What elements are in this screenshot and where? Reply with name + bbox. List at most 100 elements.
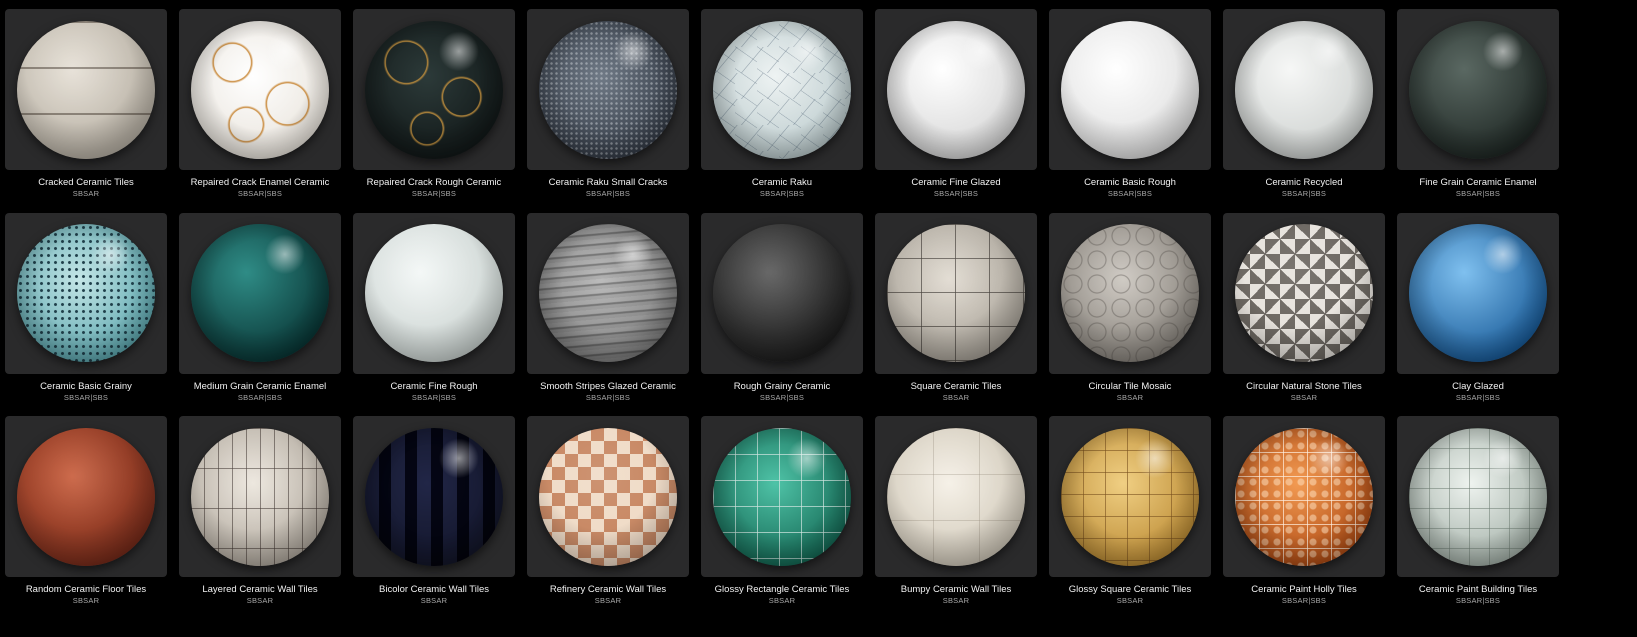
material-name[interactable]: Bumpy Ceramic Wall Tiles (901, 584, 1012, 595)
material-name[interactable]: Medium Grain Ceramic Enamel (194, 381, 327, 392)
material-card[interactable]: Bumpy Ceramic Wall Tiles SBSAR (875, 416, 1037, 620)
material-name[interactable]: Bicolor Ceramic Wall Tiles (379, 584, 489, 595)
material-thumbnail[interactable] (1397, 212, 1559, 374)
cracked-ceramic-tiles-sphere-icon (17, 20, 155, 159)
material-name[interactable]: Rough Grainy Ceramic (734, 381, 831, 392)
material-name[interactable]: Ceramic Fine Glazed (911, 177, 1000, 188)
material-name[interactable]: Circular Tile Mosaic (1089, 381, 1172, 392)
material-name[interactable]: Repaired Crack Enamel Ceramic (191, 177, 330, 188)
material-thumbnail[interactable] (353, 416, 515, 577)
bumpy-wall-tiles-sphere-icon (887, 427, 1025, 566)
material-card[interactable]: Smooth Stripes Glazed Ceramic SBSAR|SBS (527, 212, 689, 417)
material-card[interactable]: Ceramic Paint Holly Tiles SBSAR|SBS (1223, 416, 1385, 620)
material-card[interactable]: Ceramic Raku SBSAR|SBS (701, 9, 863, 213)
material-card[interactable]: Repaired Crack Rough Ceramic SBSAR|SBS (353, 9, 515, 213)
random-floor-tiles-sphere-icon (17, 427, 155, 566)
material-name[interactable]: Ceramic Basic Rough (1084, 177, 1176, 188)
material-thumbnail[interactable] (1223, 212, 1385, 374)
material-thumbnail[interactable] (701, 9, 863, 170)
basic-rough-sphere-icon (1061, 20, 1199, 159)
material-card[interactable]: Ceramic Basic Grainy SBSAR|SBS (5, 212, 167, 417)
fine-rough-sphere-icon (365, 224, 503, 362)
material-thumbnail[interactable] (5, 416, 167, 577)
material-thumbnail[interactable] (5, 212, 167, 374)
material-card[interactable]: Circular Natural Stone Tiles SBSAR (1223, 212, 1385, 417)
material-card[interactable]: Bicolor Ceramic Wall Tiles SBSAR (353, 416, 515, 620)
material-thumbnail[interactable] (701, 212, 863, 374)
material-name[interactable]: Clay Glazed (1452, 381, 1504, 392)
material-name[interactable]: Ceramic Recycled (1265, 177, 1342, 188)
material-thumbnail[interactable] (353, 212, 515, 374)
material-name[interactable]: Glossy Rectangle Ceramic Tiles (715, 584, 850, 595)
raku-small-cracks-sphere-icon (539, 20, 677, 159)
material-format: SBSAR|SBS (933, 189, 979, 198)
material-card[interactable]: Glossy Square Ceramic Tiles SBSAR (1049, 416, 1211, 620)
material-format: SBSAR|SBS (237, 392, 283, 402)
material-name[interactable]: Layered Ceramic Wall Tiles (202, 584, 317, 595)
material-name[interactable]: Random Ceramic Floor Tiles (26, 584, 146, 595)
material-thumbnail[interactable] (527, 9, 689, 170)
material-card[interactable]: Rough Grainy Ceramic SBSAR|SBS (701, 212, 863, 417)
material-name[interactable]: Ceramic Raku (752, 177, 812, 188)
material-card[interactable]: Ceramic Fine Rough SBSAR|SBS (353, 212, 515, 417)
material-name[interactable]: Cracked Ceramic Tiles (38, 177, 134, 188)
material-name[interactable]: Glossy Square Ceramic Tiles (1069, 584, 1191, 595)
material-card[interactable]: Cracked Ceramic Tiles SBSAR (5, 9, 167, 213)
material-thumbnail[interactable] (353, 9, 515, 170)
refinery-wall-tiles-sphere-icon (539, 427, 677, 566)
material-card[interactable]: Circular Tile Mosaic SBSAR (1049, 212, 1211, 417)
material-name[interactable]: Repaired Crack Rough Ceramic (367, 177, 502, 188)
material-thumbnail[interactable] (1223, 416, 1385, 577)
material-card[interactable]: Square Ceramic Tiles SBSAR (875, 212, 1037, 417)
material-card[interactable]: Ceramic Basic Rough SBSAR|SBS (1049, 9, 1211, 213)
material-thumbnail[interactable] (701, 416, 863, 577)
material-name[interactable]: Ceramic Paint Holly Tiles (1251, 584, 1357, 595)
material-card[interactable]: Clay Glazed SBSAR|SBS (1397, 212, 1559, 417)
material-thumbnail[interactable] (1049, 212, 1211, 374)
material-format: SBSAR|SBS (1107, 189, 1153, 198)
material-name[interactable]: Refinery Ceramic Wall Tiles (550, 584, 666, 595)
material-thumbnail[interactable] (1223, 9, 1385, 170)
material-card[interactable]: Random Ceramic Floor Tiles SBSAR (5, 416, 167, 620)
material-thumbnail[interactable] (1397, 9, 1559, 170)
material-format: SBSAR|SBS (237, 189, 283, 198)
material-card[interactable]: Ceramic Paint Building Tiles SBSAR|SBS (1397, 416, 1559, 620)
glossy-rectangle-tiles-sphere-icon (713, 427, 851, 566)
material-card[interactable]: Glossy Rectangle Ceramic Tiles SBSAR (701, 416, 863, 620)
material-card[interactable]: Medium Grain Ceramic Enamel SBSAR|SBS (179, 212, 341, 417)
material-name[interactable]: Ceramic Basic Grainy (40, 381, 132, 392)
material-name[interactable]: Ceramic Paint Building Tiles (1419, 584, 1537, 595)
material-thumbnail[interactable] (1397, 416, 1559, 577)
material-card[interactable]: Ceramic Raku Small Cracks SBSAR|SBS (527, 9, 689, 213)
material-thumbnail[interactable] (527, 416, 689, 577)
material-card[interactable]: Layered Ceramic Wall Tiles SBSAR (179, 416, 341, 620)
bicolor-wall-tiles-sphere-icon (365, 427, 503, 566)
circular-mosaic-sphere-icon (1061, 224, 1199, 362)
material-thumbnail[interactable] (875, 9, 1037, 170)
material-name[interactable]: Square Ceramic Tiles (911, 381, 1002, 392)
material-name[interactable]: Fine Grain Ceramic Enamel (1419, 177, 1536, 188)
material-thumbnail[interactable] (875, 416, 1037, 577)
material-name[interactable]: Smooth Stripes Glazed Ceramic (540, 381, 676, 392)
material-name[interactable]: Circular Natural Stone Tiles (1246, 381, 1362, 392)
material-thumbnail[interactable] (1049, 9, 1211, 170)
material-name[interactable]: Ceramic Raku Small Cracks (549, 177, 668, 188)
material-card[interactable]: Ceramic Fine Glazed SBSAR|SBS (875, 9, 1037, 213)
square-tiles-sphere-icon (887, 224, 1025, 362)
material-card[interactable]: Ceramic Recycled SBSAR|SBS (1223, 9, 1385, 213)
material-format: SBSAR (942, 596, 970, 605)
natural-stone-tiles-sphere-icon (1235, 224, 1373, 362)
material-card[interactable]: Repaired Crack Enamel Ceramic SBSAR|SBS (179, 9, 341, 213)
material-thumbnail[interactable] (179, 9, 341, 170)
material-name[interactable]: Ceramic Fine Rough (390, 381, 477, 392)
smooth-stripes-sphere-icon (539, 224, 677, 362)
material-thumbnail[interactable] (5, 9, 167, 170)
material-thumbnail[interactable] (1049, 416, 1211, 577)
material-thumbnail[interactable] (179, 212, 341, 374)
material-thumbnail[interactable] (179, 416, 341, 577)
material-card[interactable]: Refinery Ceramic Wall Tiles SBSAR (527, 416, 689, 620)
material-thumbnail[interactable] (527, 212, 689, 374)
material-format: SBSAR (72, 596, 100, 605)
material-thumbnail[interactable] (875, 212, 1037, 374)
material-card[interactable]: Fine Grain Ceramic Enamel SBSAR|SBS (1397, 9, 1559, 213)
